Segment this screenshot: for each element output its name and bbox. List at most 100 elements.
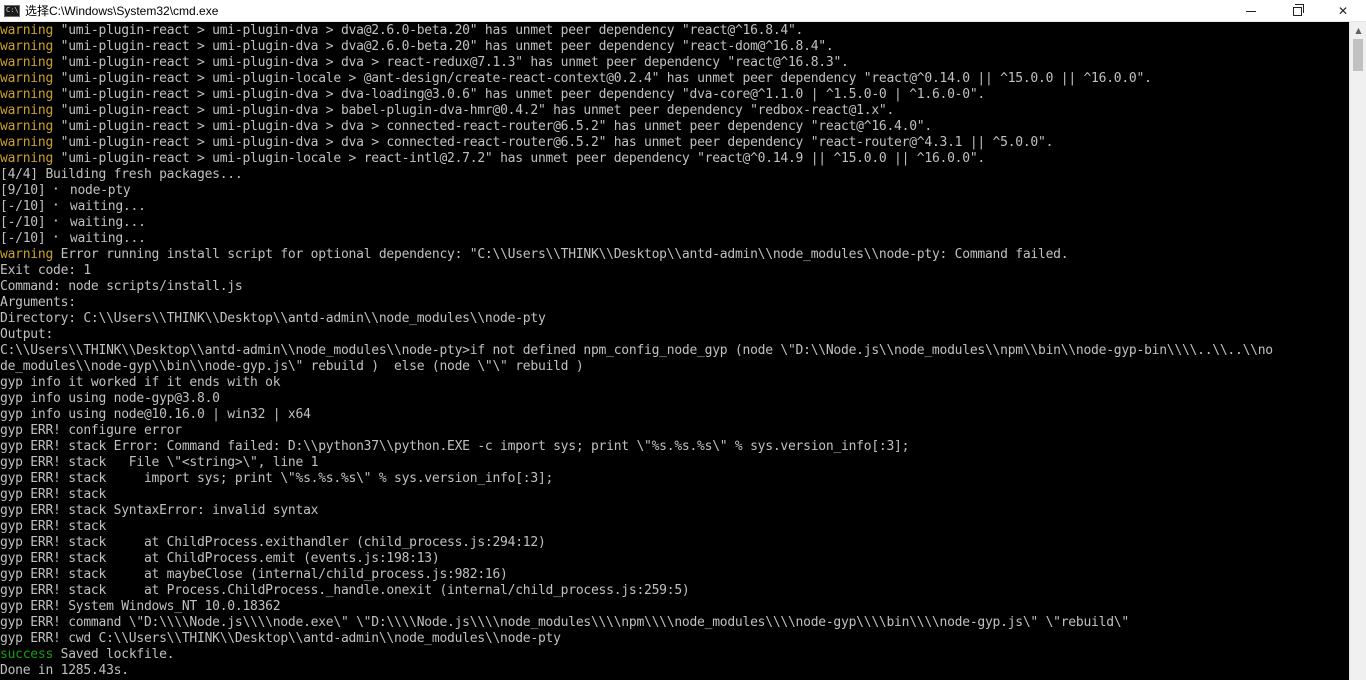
console-line-text: "umi-plugin-react > umi-plugin-dva > bab…	[53, 103, 895, 118]
console-line: warning "umi-plugin-react > umi-plugin-d…	[0, 103, 1349, 119]
console-line-text: Command: node scripts/install.js	[0, 279, 243, 294]
restore-icon	[1292, 3, 1304, 16]
console-line: [-/10] ⠂ waiting...	[0, 231, 1349, 247]
console-line: Arguments:	[0, 295, 1349, 311]
console-line: gyp ERR! configure error	[0, 423, 1349, 439]
console-line: gyp info using node@10.16.0 | win32 | x6…	[0, 407, 1349, 423]
console-line: Command: node scripts/install.js	[0, 279, 1349, 295]
console-output[interactable]: warning "umi-plugin-react > umi-plugin-d…	[0, 22, 1349, 680]
console-line-text: gyp ERR! stack import sys; print \"%s.%s…	[0, 471, 554, 486]
console-line-text: [9/10] ⠂ node-pty	[0, 183, 131, 198]
console-line-text: gyp ERR! stack at maybeClose (internal/c…	[0, 567, 508, 582]
console-line: [4/4] Building fresh packages...	[0, 167, 1349, 183]
console-line-text: gyp ERR! stack at Process.ChildProcess._…	[0, 583, 690, 598]
console-line-text: [-/10] ⠂ waiting...	[0, 199, 146, 214]
console-line: warning "umi-plugin-react > umi-plugin-d…	[0, 119, 1349, 135]
scroll-thumb[interactable]	[1353, 39, 1363, 71]
console-line: warning "umi-plugin-react > umi-plugin-d…	[0, 55, 1349, 71]
console-line: C:\\Users\\THINK\\Desktop\\antd-admin\\n…	[0, 343, 1349, 359]
warning-prefix: warning	[0, 71, 54, 86]
console-line: warning "umi-plugin-react > umi-plugin-d…	[0, 23, 1349, 39]
console-line: gyp info using node-gyp@3.8.0	[0, 391, 1349, 407]
console-line-text: [4/4] Building fresh packages...	[0, 167, 243, 182]
console-line: [9/10] ⠂ node-pty	[0, 183, 1349, 199]
console-line: warning Error running install script for…	[0, 247, 1349, 263]
console-line-text: gyp ERR! stack	[0, 487, 107, 502]
console-line: warning "umi-plugin-react > umi-plugin-d…	[0, 87, 1349, 103]
warning-prefix: warning	[0, 119, 54, 134]
console-line: gyp ERR! command \"D:\\\\Node.js\\\\node…	[0, 615, 1349, 631]
console-line: gyp ERR! cwd C:\\Users\\THINK\\Desktop\\…	[0, 631, 1349, 647]
minimize-button[interactable]	[1228, 0, 1274, 22]
console-line: gyp ERR! stack at maybeClose (internal/c…	[0, 567, 1349, 583]
warning-prefix: warning	[0, 247, 54, 262]
console-line-text: gyp ERR! System Windows_NT 10.0.18362	[0, 599, 281, 614]
console-line-text: Done in 1285.43s.	[0, 663, 129, 678]
close-button[interactable]: ✕	[1320, 0, 1366, 22]
console-line-text: gyp info using node@10.16.0 | win32 | x6…	[0, 407, 311, 422]
console-line: gyp info it worked if it ends with ok	[0, 375, 1349, 391]
console-line: warning "umi-plugin-react > umi-plugin-d…	[0, 39, 1349, 55]
vertical-scrollbar[interactable]: ▲	[1349, 22, 1366, 680]
console-line: Done in 1285.43s.	[0, 663, 1349, 679]
console-line-text: [-/10] ⠂ waiting...	[0, 231, 146, 246]
console-line-text: "umi-plugin-react > umi-plugin-dva > dva…	[53, 39, 834, 54]
console-line: gyp ERR! stack File \"<string>\", line 1	[0, 455, 1349, 471]
console-line-text: gyp ERR! stack at ChildProcess.exithandl…	[0, 535, 546, 550]
console-line-text: gyp ERR! stack SyntaxError: invalid synt…	[0, 503, 319, 518]
console-line: gyp ERR! stack at ChildProcess.exithandl…	[0, 535, 1349, 551]
window-controls: ✕	[1228, 0, 1366, 22]
console-line: warning "umi-plugin-react > umi-plugin-l…	[0, 151, 1349, 167]
console-line-text: "umi-plugin-react > umi-plugin-dva > dva…	[53, 119, 933, 134]
console-line-text: gyp ERR! configure error	[0, 423, 182, 438]
scroll-up-icon[interactable]: ▲	[1350, 22, 1366, 39]
title-bar[interactable]: 选择C:\Windows\System32\cmd.exe ✕	[0, 0, 1366, 22]
console-line: gyp ERR! System Windows_NT 10.0.18362	[0, 599, 1349, 615]
console-line-text: Arguments:	[0, 295, 76, 310]
console-line: Directory: C:\\Users\\THINK\\Desktop\\an…	[0, 311, 1349, 327]
warning-prefix: warning	[0, 55, 54, 70]
console-line: Exit code: 1	[0, 263, 1349, 279]
console-line: warning "umi-plugin-react > umi-plugin-l…	[0, 71, 1349, 87]
warning-prefix: warning	[0, 87, 54, 102]
console-line-text: gyp ERR! stack at ChildProcess.emit (eve…	[0, 551, 440, 566]
console-line-text: gyp info using node-gyp@3.8.0	[0, 391, 220, 406]
success-prefix: success	[0, 647, 54, 662]
console-line-text: "umi-plugin-react > umi-plugin-dva > dva…	[53, 135, 1054, 150]
console-line-text: Error running install script for optiona…	[53, 247, 1069, 262]
console-line-text: Directory: C:\\Users\\THINK\\Desktop\\an…	[0, 311, 546, 326]
console-line: gyp ERR! stack at ChildProcess.emit (eve…	[0, 551, 1349, 567]
console-line: gyp ERR! stack	[0, 519, 1349, 535]
console-line: [-/10] ⠂ waiting...	[0, 199, 1349, 215]
minimize-icon	[1246, 10, 1256, 12]
warning-prefix: warning	[0, 23, 54, 38]
console-line: gyp ERR! stack import sys; print \"%s.%s…	[0, 471, 1349, 487]
console-line: [-/10] ⠂ waiting...	[0, 215, 1349, 231]
warning-prefix: warning	[0, 151, 54, 166]
console-line: gyp ERR! stack	[0, 487, 1349, 503]
console-line-text: gyp ERR! stack	[0, 519, 107, 534]
console-line: gyp ERR! stack at Process.ChildProcess._…	[0, 583, 1349, 599]
warning-prefix: warning	[0, 135, 54, 150]
console-line-text: gyp ERR! stack File \"<string>\", line 1	[0, 455, 319, 470]
console-line: gyp ERR! stack Error: Command failed: D:…	[0, 439, 1349, 455]
console-line: de_modules\\node-gyp\\bin\\node-gyp.js\"…	[0, 359, 1349, 375]
restore-button[interactable]	[1274, 0, 1320, 22]
console-line-text: [-/10] ⠂ waiting...	[0, 215, 146, 230]
close-icon: ✕	[1337, 4, 1349, 18]
console-line-text: "umi-plugin-react > umi-plugin-locale > …	[53, 71, 1152, 86]
console-line-text: gyp ERR! stack Error: Command failed: D:…	[0, 439, 910, 454]
cmd-app-icon[interactable]	[4, 4, 20, 17]
console-line-text: "umi-plugin-react > umi-plugin-dva > dva…	[53, 23, 804, 38]
console-line-text: Saved lockfile.	[53, 647, 175, 662]
cmd-window: 选择C:\Windows\System32\cmd.exe ✕ warning …	[0, 0, 1366, 680]
console-line-text: gyp ERR! cwd C:\\Users\\THINK\\Desktop\\…	[0, 631, 561, 646]
console-line: gyp ERR! stack SyntaxError: invalid synt…	[0, 503, 1349, 519]
console-line-text: Exit code: 1	[0, 263, 91, 278]
console-line-text: "umi-plugin-react > umi-plugin-dva > dva…	[53, 55, 849, 70]
console-line-text: "umi-plugin-react > umi-plugin-dva > dva…	[53, 87, 986, 102]
warning-prefix: warning	[0, 103, 54, 118]
console-line-text: gyp info it worked if it ends with ok	[0, 375, 281, 390]
warning-prefix: warning	[0, 39, 54, 54]
console-line: warning "umi-plugin-react > umi-plugin-d…	[0, 135, 1349, 151]
